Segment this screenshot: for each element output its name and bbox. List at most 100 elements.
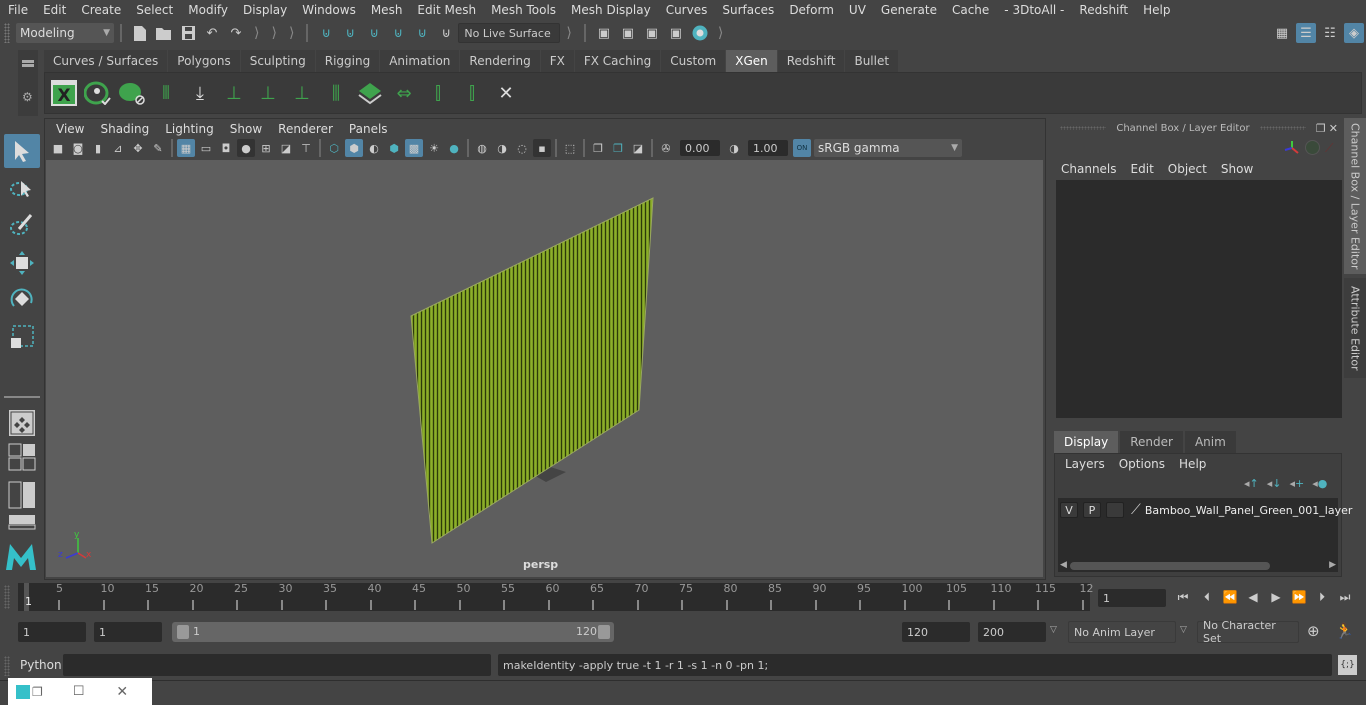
screen-space-ao-icon[interactable]: ◍	[473, 139, 491, 157]
menu-edit[interactable]: Edit	[35, 3, 73, 17]
menu-surfaces[interactable]: Surfaces	[714, 3, 781, 17]
speed-icon[interactable]	[1305, 140, 1320, 155]
render-settings-icon[interactable]: ▣	[666, 23, 686, 43]
collapse-arrow-icon[interactable]: ⟩	[566, 25, 571, 41]
anim-layer-selector[interactable]: No Anim Layer	[1068, 621, 1176, 643]
show-guides-icon[interactable]: ⊥	[253, 78, 283, 108]
shelf-tab-bullet[interactable]: Bullet	[845, 50, 899, 72]
layer-playback-toggle[interactable]: P	[1083, 502, 1101, 518]
undo-icon[interactable]: ↶	[202, 23, 222, 43]
shelf-tab-curves-surfaces[interactable]: Curves / Surfaces	[44, 50, 168, 72]
snap-to-grid-icon[interactable]: ⊍	[316, 23, 336, 43]
range-start-handle[interactable]	[177, 625, 189, 639]
menu-file[interactable]: File	[0, 3, 35, 17]
scroll-right-icon[interactable]: ▶	[1329, 560, 1336, 570]
xgen-editor-icon[interactable]: X	[49, 78, 79, 108]
shelf-tab-xgen[interactable]: XGen	[726, 50, 777, 72]
menu-select[interactable]: Select	[128, 3, 180, 17]
bookmark-icon[interactable]: ▮	[89, 139, 107, 157]
render-view-icon[interactable]: ▣	[594, 23, 614, 43]
wireframe-icon[interactable]: ⬡	[325, 139, 343, 157]
shelf-tab-rigging[interactable]: Rigging	[315, 50, 380, 72]
layer-color-swatch-icon[interactable]: ⟋	[1131, 502, 1141, 518]
shelf-tab-polygons[interactable]: Polygons	[168, 50, 240, 72]
viewport-persp[interactable]: y z x	[46, 160, 1043, 577]
tool-settings-toggle-icon[interactable]: ☷	[1320, 23, 1340, 43]
menu-mesh-display[interactable]: Mesh Display	[563, 3, 658, 17]
menu-windows[interactable]: Windows	[294, 3, 363, 17]
close-window-icon[interactable]: ✕	[116, 684, 128, 700]
xray-active-components-icon[interactable]: ❐	[609, 139, 627, 157]
hypershade-icon[interactable]	[690, 23, 710, 43]
ipr-render-icon[interactable]: ▣	[642, 23, 662, 43]
single-view-layout-icon[interactable]	[4, 406, 40, 440]
attribute-editor-toggle-icon[interactable]: ☰	[1296, 23, 1316, 43]
color-space-dropdown[interactable]: sRGB gamma ▼	[814, 139, 962, 157]
maximize-window-icon[interactable]: ☐	[73, 684, 85, 699]
lasso-tool-icon[interactable]	[4, 172, 40, 206]
playback-start-field[interactable]: 1	[94, 622, 162, 642]
gamma-field[interactable]: 1.00	[748, 140, 788, 156]
add-guides-icon[interactable]: ⫴	[151, 78, 181, 108]
wireframe-on-shaded-icon[interactable]: ⬢	[385, 139, 403, 157]
side-tab-channel-box[interactable]: Channel Box / Layer Editor	[1344, 118, 1366, 274]
preview-visible-icon[interactable]	[83, 78, 113, 108]
textured-icon[interactable]: ▩	[405, 139, 423, 157]
range-slider[interactable]	[172, 622, 614, 642]
command-language-toggle[interactable]: Python	[20, 658, 62, 672]
menu-curves[interactable]: Curves	[658, 3, 715, 17]
time-slider[interactable]: 1 5 10 15 20 25 30 35 40 45 50 55 60 65 70 75 80 85 90 95 1…	[18, 582, 1094, 611]
shelf-tab-redshift[interactable]: Redshift	[777, 50, 845, 72]
shelf-tab-custom[interactable]: Custom	[661, 50, 726, 72]
layer-row[interactable]: V P ⟋ Bamboo_Wall_Panel_Green_001_layer	[1060, 501, 1352, 519]
hyper-icon[interactable]: ⟋	[1325, 141, 1333, 156]
guide-mesh-icon[interactable]	[355, 78, 385, 108]
shelf-tab-animation[interactable]: Animation	[380, 50, 460, 72]
select-guides-icon[interactable]: ⫿	[423, 78, 453, 108]
motion-blur-icon[interactable]: ◑	[493, 139, 511, 157]
play-forwards-icon[interactable]: ▶	[1267, 588, 1285, 606]
move-layer-up-icon[interactable]: ◂↑	[1244, 477, 1259, 490]
channel-menu-object[interactable]: Object	[1161, 162, 1214, 176]
shelf-menu-icon[interactable]	[22, 60, 34, 63]
animation-preferences-icon[interactable]: 🏃	[1335, 622, 1354, 640]
snap-to-curve-icon[interactable]: ⊍	[340, 23, 360, 43]
playback-end-field[interactable]: 120	[902, 622, 970, 642]
shelf-settings-icon[interactable]: ⚙	[22, 90, 33, 104]
move-layer-down-icon[interactable]: ◂↓	[1267, 477, 1282, 490]
paint-select-tool-icon[interactable]	[4, 208, 40, 242]
exposure-field[interactable]: 0.00	[680, 140, 720, 156]
script-editor-icon[interactable]: {;}	[1338, 655, 1357, 675]
grip-handle[interactable]	[4, 656, 10, 676]
gate-mask-icon[interactable]: ●	[237, 139, 255, 157]
panel-menu-show[interactable]: Show	[222, 122, 270, 136]
menu-uv[interactable]: UV	[841, 3, 873, 17]
field-chart-icon[interactable]: ⊞	[257, 139, 275, 157]
menu-cache[interactable]: Cache	[944, 3, 996, 17]
grid-icon[interactable]: ▦	[177, 139, 195, 157]
layer-name[interactable]: Bamboo_Wall_Panel_Green_001_layer	[1145, 504, 1353, 517]
image-plane-icon[interactable]: ⊿	[109, 139, 127, 157]
add-guide-icon[interactable]: ⊥	[219, 78, 249, 108]
manipulator-icon[interactable]	[1284, 140, 1300, 159]
new-layer-from-selection-icon[interactable]: ◂●	[1312, 477, 1327, 490]
scrollbar-thumb[interactable]	[1070, 562, 1270, 570]
shelf-tab-sculpting[interactable]: Sculpting	[240, 50, 315, 72]
panel-menu-view[interactable]: View	[48, 122, 92, 136]
menu-edit-mesh[interactable]: Edit Mesh	[409, 3, 483, 17]
place-guides-icon[interactable]: ⤓	[185, 78, 215, 108]
restore-window-icon[interactable]: ❐	[32, 685, 43, 699]
redo-icon[interactable]: ↷	[226, 23, 246, 43]
snap-to-point-icon[interactable]: ⊍	[364, 23, 384, 43]
step-back-key-icon[interactable]: ⏪	[1221, 588, 1239, 606]
split-guides-icon[interactable]: ⫼	[321, 78, 351, 108]
mode-selector[interactable]: Modeling ▼	[16, 23, 114, 43]
step-forward-key-icon[interactable]: ⏩	[1290, 588, 1308, 606]
safe-action-icon[interactable]: ◪	[277, 139, 295, 157]
shadows-icon[interactable]: ●	[445, 139, 463, 157]
safe-title-icon[interactable]: ⊤	[297, 139, 315, 157]
rotate-tool-icon[interactable]	[4, 282, 40, 316]
camera-attributes-icon[interactable]: ◙	[69, 139, 87, 157]
xray-icon[interactable]: ❐	[589, 139, 607, 157]
float-panel-icon[interactable]: ❐	[1316, 122, 1326, 135]
